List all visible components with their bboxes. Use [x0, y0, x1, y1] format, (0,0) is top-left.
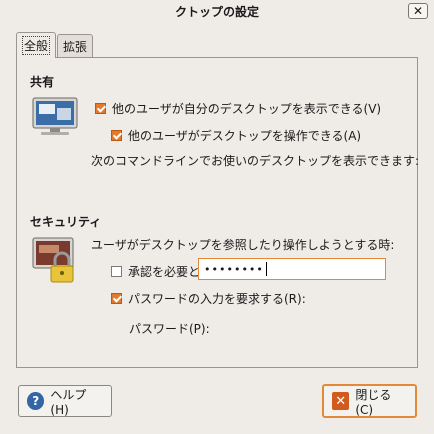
allow-control-row[interactable]: 他のユーザがデスクトップを操作できる(A) [111, 127, 361, 144]
close-button[interactable]: ✕ 閉じる(C) [322, 384, 417, 418]
tab-advanced-label: 拡張 [63, 40, 88, 54]
help-icon: ? [27, 392, 45, 410]
password-value: •••••••• [204, 262, 264, 276]
confirm-checkbox[interactable] [111, 266, 122, 277]
password-label: パスワード(P): [129, 322, 210, 336]
close-icon: ✕ [412, 4, 424, 18]
text-caret [265, 262, 267, 276]
general-panel: 共有 他のユーザが自分のデスクトップを表示できる(V) 他のユーザがデスクトップ… [16, 57, 420, 368]
close-icon: ✕ [332, 392, 350, 410]
sharing-title: 共有 [30, 75, 55, 89]
lock-icon [31, 236, 79, 287]
tab-bar: 全般 拡張 [16, 32, 94, 58]
help-button[interactable]: ? ヘルプ(H) [18, 385, 112, 417]
help-button-label: ヘルプ(H) [50, 387, 87, 417]
security-when-text: ユーザがデスクトップを参照したり操作しようとする時: [91, 238, 395, 252]
require-password-label: パスワードの入力を要求する(R): [128, 292, 306, 306]
require-password-checkbox[interactable] [111, 293, 122, 304]
allow-control-checkbox[interactable] [111, 130, 122, 141]
close-button-label: 閉じる(C) [355, 387, 392, 417]
tab-general-label: 全般 [22, 36, 51, 55]
require-password-row[interactable]: パスワードの入力を要求する(R): [111, 290, 306, 307]
tab-general[interactable]: 全般 [16, 32, 57, 58]
command-line-text: 次のコマンドラインでお使いのデスクトップを表示できます: [91, 154, 420, 168]
window-title: クトップの設定 [174, 4, 259, 19]
tab-advanced[interactable]: 拡張 [57, 34, 94, 58]
window-close-button[interactable]: ✕ [408, 3, 428, 19]
allow-view-row[interactable]: 他のユーザが自分のデスクトップを表示できる(V) [95, 100, 381, 117]
allow-control-label: 他のユーザがデスクトップを操作できる(A) [128, 129, 362, 143]
allow-view-label: 他のユーザが自分のデスクトップを表示できる(V) [112, 102, 382, 116]
title-bar: クトップの設定 ✕ [0, 0, 434, 22]
security-title: セキュリティ [30, 215, 102, 229]
allow-view-checkbox[interactable] [95, 103, 106, 114]
password-field[interactable]: •••••••• [198, 258, 386, 280]
remote-desktop-icon [31, 96, 79, 143]
